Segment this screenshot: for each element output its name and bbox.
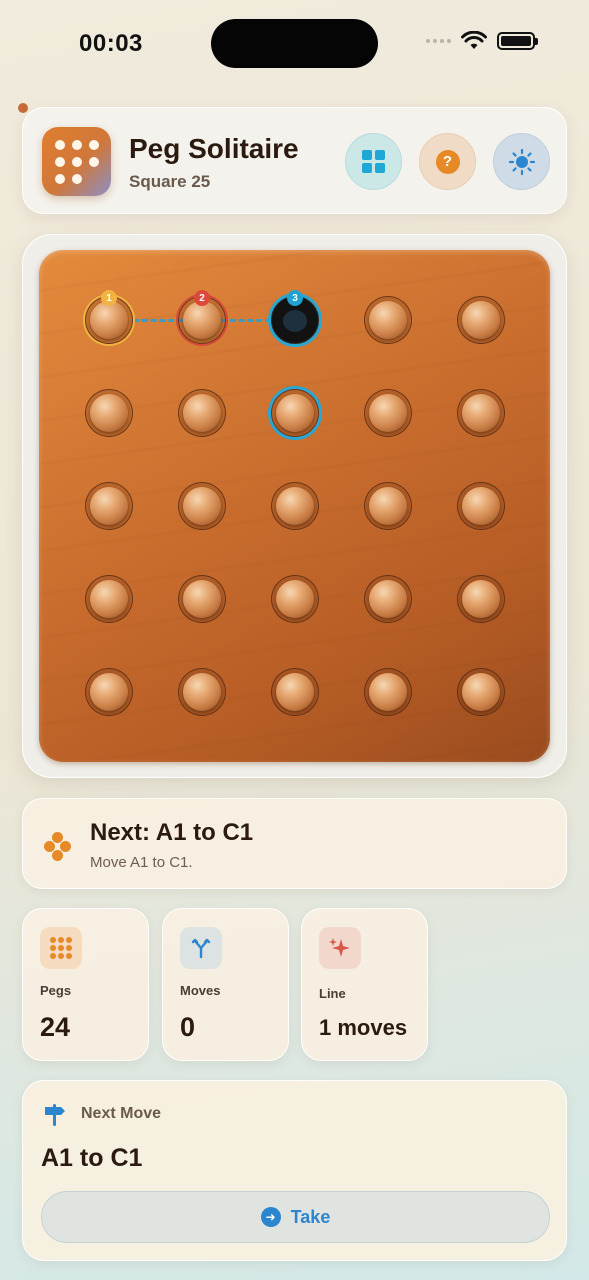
peg-hole[interactable]: 1 bbox=[85, 290, 133, 344]
peg-hole[interactable] bbox=[271, 482, 319, 530]
peg-hole[interactable] bbox=[178, 389, 226, 437]
status-icons bbox=[426, 31, 538, 51]
peg-hole[interactable] bbox=[457, 296, 505, 344]
stat-moves: Moves 0 bbox=[162, 908, 289, 1061]
app-logo-icon bbox=[18, 103, 111, 196]
peg-hole[interactable] bbox=[457, 575, 505, 623]
peg bbox=[276, 580, 314, 618]
peg-hole[interactable] bbox=[85, 389, 133, 437]
stat-label: Moves bbox=[180, 983, 221, 998]
empty-hole[interactable]: 3 bbox=[271, 290, 319, 344]
board-select-button[interactable] bbox=[345, 133, 402, 190]
next-move-label: Next Move bbox=[81, 1105, 162, 1122]
peg bbox=[90, 580, 128, 618]
peg-hole[interactable] bbox=[364, 482, 412, 530]
stat-value: 0 bbox=[180, 1012, 196, 1042]
next-hint-card: Next: A1 to C1 Move A1 to C1. bbox=[22, 798, 567, 889]
peg-hole[interactable] bbox=[85, 575, 133, 623]
peg-hole[interactable] bbox=[85, 482, 133, 530]
stat-pegs: Pegs 24 bbox=[22, 908, 149, 1061]
peg-board: 1 2 3 bbox=[39, 250, 550, 762]
next-hint-title: Next: A1 to C1 bbox=[90, 819, 254, 846]
peg bbox=[369, 580, 407, 618]
stat-value: 1 moves bbox=[319, 1015, 408, 1040]
fork-icon bbox=[180, 927, 222, 969]
arrow-right-icon: ➜ bbox=[260, 1207, 281, 1227]
stat-label: Line bbox=[319, 986, 346, 1001]
step-badge: 2 bbox=[194, 290, 210, 306]
take-move-button[interactable]: ➜ Take bbox=[41, 1191, 550, 1243]
pegs-icon bbox=[40, 927, 82, 969]
peg-hole[interactable] bbox=[85, 668, 133, 716]
hint-icon bbox=[44, 832, 72, 861]
peg-hole[interactable] bbox=[178, 482, 226, 530]
peg-hole[interactable] bbox=[457, 482, 505, 530]
peg-hole[interactable] bbox=[271, 389, 319, 437]
status-time: 00:03 bbox=[79, 30, 143, 57]
peg bbox=[276, 394, 314, 432]
board-variant: Square 25 bbox=[129, 172, 211, 191]
peg bbox=[462, 673, 500, 711]
peg-hole[interactable] bbox=[271, 668, 319, 716]
stat-line: Line 1 moves bbox=[301, 908, 428, 1061]
peg bbox=[276, 487, 314, 525]
stat-value: 24 bbox=[40, 1012, 71, 1042]
step-badge: 3 bbox=[287, 290, 303, 306]
peg bbox=[369, 301, 407, 339]
peg bbox=[183, 301, 221, 339]
peg-hole[interactable] bbox=[457, 668, 505, 716]
peg bbox=[462, 394, 500, 432]
peg bbox=[183, 673, 221, 711]
peg bbox=[369, 673, 407, 711]
peg-hole[interactable]: 2 bbox=[178, 290, 226, 344]
peg bbox=[183, 580, 221, 618]
cellular-icon bbox=[426, 39, 451, 43]
peg-hole[interactable] bbox=[364, 389, 412, 437]
peg bbox=[90, 487, 128, 525]
peg bbox=[462, 301, 500, 339]
battery-icon bbox=[497, 32, 538, 50]
next-move-value: A1 to C1 bbox=[41, 1144, 143, 1172]
header-card: Peg Solitaire Square 25 ? bbox=[18, 103, 567, 214]
dynamic-island bbox=[211, 19, 378, 68]
peg-hole[interactable] bbox=[364, 575, 412, 623]
peg bbox=[90, 673, 128, 711]
signpost-icon bbox=[45, 1104, 65, 1126]
stat-label: Pegs bbox=[40, 983, 72, 998]
next-move-card: Next Move A1 to C1 ➜ Take bbox=[22, 1080, 567, 1261]
help-button[interactable]: ? bbox=[419, 133, 476, 190]
peg bbox=[369, 487, 407, 525]
peg-hole[interactable] bbox=[271, 575, 319, 623]
peg bbox=[462, 580, 500, 618]
peg bbox=[90, 301, 128, 339]
peg bbox=[90, 394, 128, 432]
next-hint-subtitle: Move A1 to C1. bbox=[90, 854, 193, 871]
peg-hole[interactable] bbox=[178, 668, 226, 716]
peg-hole[interactable] bbox=[364, 668, 412, 716]
peg-hole[interactable] bbox=[457, 389, 505, 437]
peg bbox=[183, 394, 221, 432]
peg bbox=[462, 487, 500, 525]
step-badge: 1 bbox=[101, 290, 117, 306]
peg bbox=[369, 394, 407, 432]
grid-icon bbox=[362, 150, 385, 173]
peg-hole[interactable] bbox=[364, 296, 412, 344]
app-title: Peg Solitaire bbox=[129, 133, 299, 164]
sun-icon bbox=[508, 148, 535, 175]
sparkle-icon bbox=[319, 927, 361, 969]
take-button-label: Take bbox=[290, 1206, 331, 1227]
peg bbox=[276, 673, 314, 711]
peg bbox=[183, 487, 221, 525]
wifi-icon bbox=[461, 31, 487, 49]
help-icon: ? bbox=[435, 149, 460, 174]
theme-button[interactable] bbox=[493, 133, 550, 190]
peg-hole[interactable] bbox=[178, 575, 226, 623]
